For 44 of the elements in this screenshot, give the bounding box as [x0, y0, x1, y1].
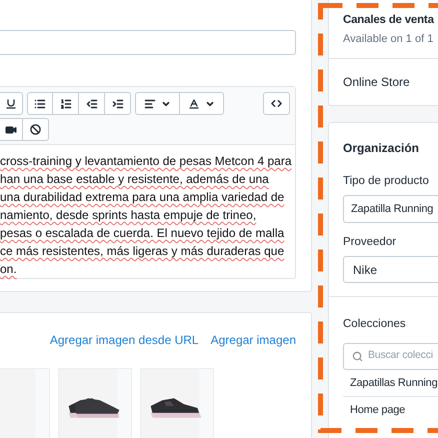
description-text-line: on.	[0, 261, 17, 278]
indent-button[interactable]	[105, 92, 131, 115]
code-icon	[271, 98, 282, 109]
underline-icon	[5, 98, 17, 110]
align-left-icon	[144, 98, 156, 110]
indent-icon	[112, 98, 124, 110]
description-text-line: cross-training y levantamiento de pesas Metcon 4 para	[0, 153, 292, 170]
vendor-field[interactable]: Nike	[343, 256, 438, 284]
title-field[interactable]	[0, 30, 296, 55]
product-type-field[interactable]: Zapatilla Running	[343, 195, 438, 223]
text-color-dropdown[interactable]	[180, 92, 224, 115]
outdent-icon	[86, 98, 98, 110]
clear-format-icon	[30, 124, 41, 135]
search-icon	[352, 350, 363, 362]
card-title: Organización	[343, 140, 420, 157]
bullet-list-icon	[34, 98, 46, 110]
clear-format-button[interactable]	[23, 118, 49, 141]
field-label: Proveedor	[343, 235, 398, 250]
add-image-link[interactable]: Agregar imagen	[210, 331, 296, 349]
description-text-line: han una base estable y resistente, además de una	[0, 171, 269, 188]
numbered-list-icon	[60, 98, 72, 110]
description-text-line: ce más resistentes, más ligeras y más duraderas que	[0, 243, 284, 260]
channel-name: Online Store	[343, 74, 411, 91]
text-color-icon	[188, 98, 200, 110]
video-button[interactable]	[0, 118, 23, 141]
outdent-button[interactable]	[79, 92, 105, 115]
field-label: Colecciones	[343, 317, 407, 332]
numbered-list-button[interactable]	[53, 92, 79, 115]
card-title: Canales de venta	[343, 13, 435, 28]
product-image[interactable]	[58, 368, 132, 438]
field-label: Tipo de producto	[343, 174, 430, 189]
description-text-line: pesas o escalada de cuerda. El nuevo tejido de malla	[0, 225, 284, 242]
description-text-line: namiento, desde sprints hasta empuje de trineo,	[0, 207, 256, 224]
description-text-line: una durabilidad extrema para una amplia variedad de	[0, 189, 284, 206]
bullet-list-button[interactable]	[27, 92, 53, 115]
code-view-button[interactable]	[263, 92, 290, 115]
collection-item[interactable]: Home page	[343, 396, 438, 424]
availability-text: Available on 1 of 1	[343, 32, 434, 48]
collection-item[interactable]: Zapatillas Running	[343, 370, 438, 396]
product-image[interactable]	[140, 368, 214, 438]
video-icon	[5, 124, 17, 136]
add-image-link[interactable]: Agregar imagen desde URL	[50, 331, 199, 349]
underline-button[interactable]	[0, 92, 23, 115]
align-dropdown[interactable]	[135, 92, 180, 115]
